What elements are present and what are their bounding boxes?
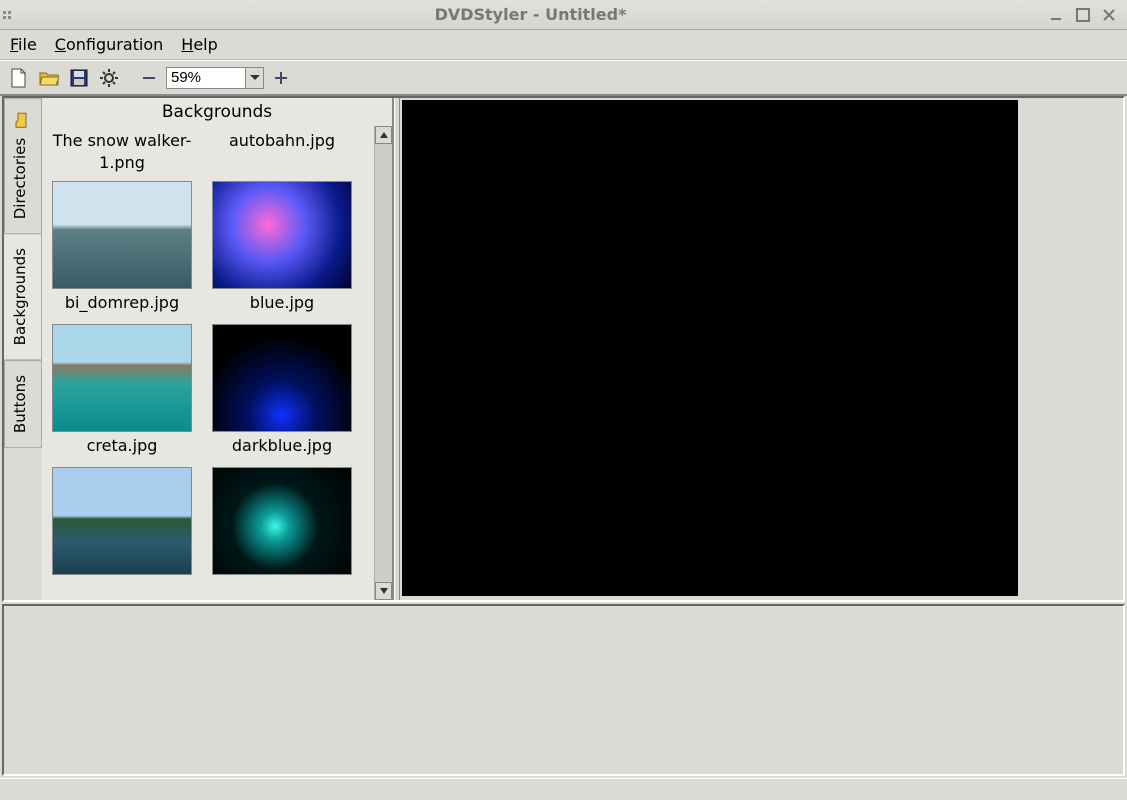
menu-help[interactable]: Help bbox=[181, 35, 217, 54]
save-disk-icon bbox=[70, 69, 88, 87]
thumbnail[interactable] bbox=[52, 467, 192, 575]
scroll-track[interactable] bbox=[375, 144, 392, 442]
new-button[interactable] bbox=[6, 65, 32, 91]
tab-label: Buttons bbox=[11, 375, 29, 433]
folder-icon bbox=[13, 112, 27, 128]
tab-label: Backgrounds bbox=[11, 248, 29, 345]
thumbnail[interactable] bbox=[212, 324, 352, 432]
thumb-label: bi_domrep.jpg bbox=[65, 293, 179, 312]
canvas-area bbox=[400, 98, 1123, 600]
thumb-label[interactable]: autobahn.jpg bbox=[208, 130, 356, 181]
maximize-button[interactable] bbox=[1073, 6, 1093, 24]
main-area: Directories Backgrounds Buttons Backgrou… bbox=[2, 96, 1125, 602]
tab-buttons[interactable]: Buttons bbox=[4, 360, 42, 448]
side-tabstrip: Directories Backgrounds Buttons bbox=[4, 98, 42, 600]
list-item[interactable] bbox=[208, 467, 356, 575]
close-button[interactable] bbox=[1099, 6, 1119, 24]
thumbnail[interactable] bbox=[52, 181, 192, 289]
list-item[interactable]: creta.jpg bbox=[48, 324, 196, 455]
zoom-input[interactable] bbox=[166, 67, 246, 89]
new-file-icon bbox=[10, 68, 28, 88]
list-item[interactable]: bi_domrep.jpg bbox=[48, 181, 196, 312]
thumb-label: darkblue.jpg bbox=[232, 436, 332, 455]
open-folder-icon bbox=[39, 69, 59, 87]
open-button[interactable] bbox=[36, 65, 62, 91]
menubar: File Configuration Help bbox=[0, 30, 1127, 60]
thumb-label[interactable]: The snow walker-1.png bbox=[48, 130, 196, 181]
save-button[interactable] bbox=[66, 65, 92, 91]
thumbnail-list: The snow walker-1.png autobahn.jpg bi_do… bbox=[42, 126, 374, 600]
thumbnail[interactable] bbox=[212, 467, 352, 575]
list-item[interactable]: darkblue.jpg bbox=[208, 324, 356, 455]
menu-preview[interactable] bbox=[402, 100, 1018, 596]
tab-directories[interactable]: Directories bbox=[4, 98, 42, 234]
menu-configuration[interactable]: Configuration bbox=[55, 35, 164, 54]
tab-backgrounds[interactable]: Backgrounds bbox=[4, 233, 42, 360]
gear-icon bbox=[100, 69, 118, 87]
minus-icon bbox=[141, 70, 157, 86]
plus-icon bbox=[273, 70, 289, 86]
timeline-panel[interactable] bbox=[2, 604, 1125, 776]
thumb-label: blue.jpg bbox=[250, 293, 314, 312]
toolbar bbox=[0, 60, 1127, 96]
scroll-track[interactable] bbox=[375, 442, 392, 582]
panel-title: Backgrounds bbox=[42, 98, 392, 126]
window-grip bbox=[0, 8, 14, 22]
titlebar: DVDStyler - Untitled* bbox=[0, 0, 1127, 30]
scroll-up-button[interactable] bbox=[375, 126, 392, 144]
tab-label: Directories bbox=[11, 138, 29, 219]
status-bar bbox=[0, 778, 1127, 800]
zoom-combo[interactable] bbox=[166, 67, 264, 89]
zoom-dropdown-button[interactable] bbox=[246, 67, 264, 89]
list-item[interactable]: blue.jpg bbox=[208, 181, 356, 312]
thumbnail[interactable] bbox=[212, 181, 352, 289]
zoom-in-button[interactable] bbox=[268, 65, 294, 91]
chevron-down-icon bbox=[380, 588, 388, 594]
chevron-down-icon bbox=[250, 75, 260, 81]
menu-file[interactable]: File bbox=[10, 35, 37, 54]
list-item[interactable] bbox=[48, 467, 196, 575]
window-title: DVDStyler - Untitled* bbox=[14, 5, 1047, 24]
settings-button[interactable] bbox=[96, 65, 122, 91]
backgrounds-panel: Backgrounds The snow walker-1.png autoba… bbox=[42, 98, 394, 600]
thumbnail[interactable] bbox=[52, 324, 192, 432]
zoom-out-button[interactable] bbox=[136, 65, 162, 91]
scroll-down-button[interactable] bbox=[375, 582, 392, 600]
thumb-label: creta.jpg bbox=[87, 436, 158, 455]
scrollbar[interactable] bbox=[374, 126, 392, 600]
minimize-button[interactable] bbox=[1047, 6, 1067, 24]
chevron-up-icon bbox=[380, 132, 388, 138]
